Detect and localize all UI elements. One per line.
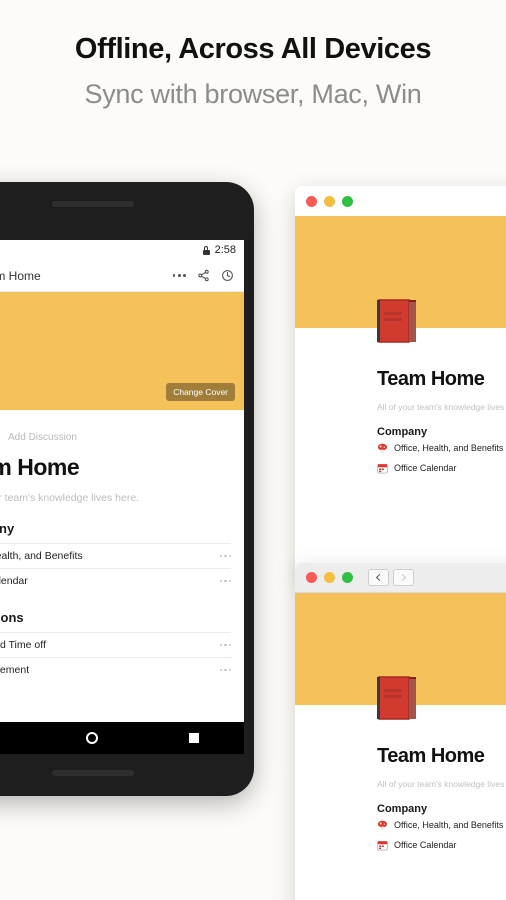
status-time: 2:58	[214, 244, 236, 256]
list-item-label: Requested Time off	[0, 639, 46, 651]
maximize-button[interactable]	[342, 572, 353, 583]
row-overflow-icon[interactable]	[219, 668, 231, 672]
list-item-label: Office Calendar	[394, 463, 457, 473]
list-item-label: Office, Health, and Benefits	[394, 443, 504, 453]
forward-button[interactable]	[393, 569, 414, 586]
minimize-button[interactable]	[324, 195, 335, 207]
status-bar: 2:58	[0, 240, 244, 260]
list-item[interactable]: Office, Health, and Benefits	[377, 815, 506, 835]
document-description: All of your team's knowledge lives here.	[377, 779, 506, 789]
phone-screen: 2:58 Team Home	[0, 240, 244, 722]
headline-block: Offline, Across All Devices Sync with br…	[0, 33, 506, 110]
back-button[interactable]	[368, 569, 389, 586]
list-item[interactable]: Office, Health, and Benefits	[377, 438, 506, 458]
share-icon[interactable]	[197, 269, 210, 282]
page-subtitle: Sync with browser, Mac, Win	[84, 78, 422, 109]
row-overflow-icon[interactable]	[219, 554, 231, 558]
section-heading-company: Company	[377, 426, 428, 438]
list-item-label: Office Calendar	[394, 840, 457, 850]
window-titlebar	[295, 563, 506, 593]
cover-image: Change Cover	[0, 292, 244, 410]
close-button[interactable]	[306, 572, 317, 583]
list-item[interactable]: Office, Health, and Benefits	[0, 543, 231, 568]
section-heading-operations: Operations	[0, 610, 24, 625]
app-bar-title: Team Home	[0, 268, 41, 283]
add-discussion-label[interactable]: Add Discussion	[0, 410, 231, 443]
history-clock-icon[interactable]	[221, 269, 234, 282]
list-item[interactable]: Requested Time off	[0, 632, 231, 657]
android-navigation-bar	[0, 722, 244, 754]
minimize-button[interactable]	[324, 572, 335, 583]
list-item-label: Office Calendar	[0, 575, 28, 587]
window-content: Team Home All of your team's knowledge l…	[295, 299, 506, 478]
mushroom-emoji-icon	[377, 820, 388, 831]
mushroom-emoji-icon	[377, 443, 388, 454]
calendar-emoji-icon	[377, 463, 388, 473]
change-cover-button[interactable]: Change Cover	[166, 383, 235, 401]
document-description: All of your team's knowledge lives here.	[0, 492, 140, 504]
list-item-label: Reimbursement	[0, 664, 30, 676]
mac-window-bottom: Team Home All of your team's knowledge l…	[295, 563, 506, 900]
home-circle-icon[interactable]	[86, 732, 99, 744]
list-item-label: Office, Health, and Benefits	[394, 820, 504, 830]
promo-screenshot: Offline, Across All Devices Sync with br…	[0, 0, 506, 900]
list-item[interactable]: Office Calendar	[377, 458, 506, 478]
row-overflow-icon[interactable]	[219, 579, 231, 583]
lock-icon	[202, 245, 210, 255]
calendar-emoji-icon	[377, 840, 388, 850]
phone-speaker-grille	[52, 770, 134, 776]
app-bar-actions	[172, 269, 234, 282]
list-item-label: Office, Health, and Benefits	[0, 550, 83, 562]
book-icon	[377, 676, 416, 720]
row-overflow-icon[interactable]	[219, 643, 231, 647]
book-icon	[377, 299, 416, 343]
document-title: Team Home	[0, 454, 80, 480]
window-titlebar	[295, 186, 506, 216]
overflow-menu-icon[interactable]	[172, 274, 186, 277]
section-heading-company: Company	[377, 803, 428, 815]
page-title: Offline, Across All Devices	[74, 33, 432, 65]
list-item[interactable]: Reimbursement	[0, 657, 231, 682]
window-content: Team Home All of your team's knowledge l…	[295, 676, 506, 855]
list-item[interactable]: Office Calendar	[0, 568, 231, 593]
phone-mockup: 2:58 Team Home	[0, 182, 254, 796]
phone-page-body: Add Discussion Team Home All of your tea…	[0, 410, 244, 682]
window-nav-buttons	[368, 569, 414, 586]
section-heading-company: Company	[0, 521, 15, 536]
document-description: All of your team's knowledge lives here.	[377, 402, 506, 412]
mac-window-top: Team Home All of your team's knowledge l…	[295, 186, 506, 576]
phone-earpiece-grille	[52, 201, 134, 207]
recents-square-icon[interactable]	[188, 733, 199, 743]
app-bar: Team Home	[0, 260, 244, 292]
list-item[interactable]: Office Calendar	[377, 835, 506, 855]
maximize-button[interactable]	[342, 195, 353, 207]
close-button[interactable]	[306, 195, 317, 207]
